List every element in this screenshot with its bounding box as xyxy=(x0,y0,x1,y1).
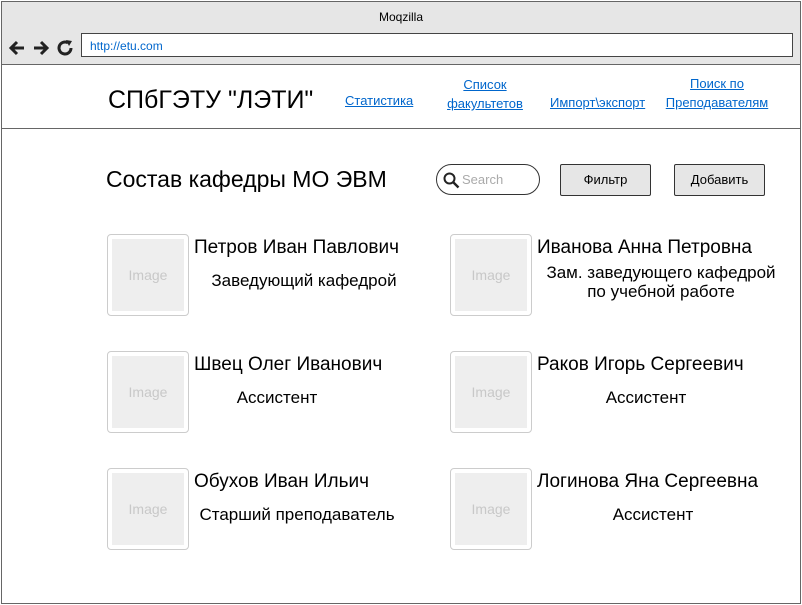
navigation-bar: http://etu.com xyxy=(2,32,800,65)
staff-role: Старший преподаватель xyxy=(199,505,395,524)
staff-photo: Image xyxy=(107,351,189,433)
image-placeholder: Image xyxy=(112,473,184,545)
nav-link-faculties-line1: Список xyxy=(463,77,507,92)
title-bar: Moqzilla xyxy=(2,2,800,32)
staff-role: Ассистент xyxy=(612,505,694,524)
staff-role-line1: Зам. заведующего кафедрой xyxy=(546,263,776,282)
staff-role: Ассистент xyxy=(605,388,687,407)
staff-name: Логинова Яна Сергеевна xyxy=(537,471,759,492)
nav-link-statistics[interactable]: Статистика xyxy=(345,91,413,110)
image-placeholder: Image xyxy=(112,356,184,428)
search-input[interactable] xyxy=(462,170,534,189)
nav-link-faculties[interactable]: Список факультетов xyxy=(443,75,527,113)
nav-link-teacher-search-line2: Преподавателям xyxy=(665,95,769,110)
reload-icon[interactable] xyxy=(56,39,74,57)
nav-link-teacher-search[interactable]: Поиск по Преподавателям xyxy=(661,74,773,112)
staff-name: Иванова Анна Петровна xyxy=(537,237,752,258)
filter-button[interactable]: Фильтр xyxy=(560,164,651,196)
image-placeholder: Image xyxy=(455,473,527,545)
search-icon xyxy=(443,172,460,189)
page-title: Состав кафедры МО ЭВМ xyxy=(106,166,387,192)
staff-name: Раков Игорь Сергеевич xyxy=(537,354,744,375)
back-arrow-icon[interactable] xyxy=(8,39,26,57)
staff-name: Обухов Иван Ильич xyxy=(194,471,369,492)
staff-role: Ассистент xyxy=(236,388,318,407)
window-title: Moqzilla xyxy=(378,10,423,24)
url-bar[interactable]: http://etu.com xyxy=(81,33,793,57)
staff-photo: Image xyxy=(107,234,189,316)
site-brand: СПбГЭТУ "ЛЭТИ" xyxy=(108,86,314,114)
staff-photo: Image xyxy=(450,351,532,433)
search-box[interactable] xyxy=(436,164,540,195)
image-placeholder: Image xyxy=(112,239,184,311)
nav-link-teacher-search-line1: Поиск по xyxy=(690,76,744,91)
forward-arrow-icon[interactable] xyxy=(32,39,50,57)
staff-role-line2: по учебной работе xyxy=(587,282,735,301)
site-header: СПбГЭТУ "ЛЭТИ" Статистика Список факульт… xyxy=(2,65,800,129)
staff-name: Швец Олег Иванович xyxy=(194,354,383,375)
nav-link-import-export-label: Импорт\экспорт xyxy=(550,95,646,110)
image-placeholder: Image xyxy=(455,356,527,428)
nav-link-statistics-label: Статистика xyxy=(345,93,414,108)
image-placeholder: Image xyxy=(455,239,527,311)
nav-link-import-export[interactable]: Импорт\экспорт xyxy=(550,93,645,112)
staff-photo: Image xyxy=(107,468,189,550)
nav-link-faculties-line2: факультетов xyxy=(447,96,523,111)
staff-photo: Image xyxy=(450,234,532,316)
staff-name: Петров Иван Павлович xyxy=(194,237,400,258)
staff-photo: Image xyxy=(450,468,532,550)
add-button[interactable]: Добавить xyxy=(674,164,765,196)
staff-role: Заведующий кафедрой xyxy=(211,271,397,290)
staff-role: Зам. заведующего кафедрой по учебной раб… xyxy=(537,264,785,301)
